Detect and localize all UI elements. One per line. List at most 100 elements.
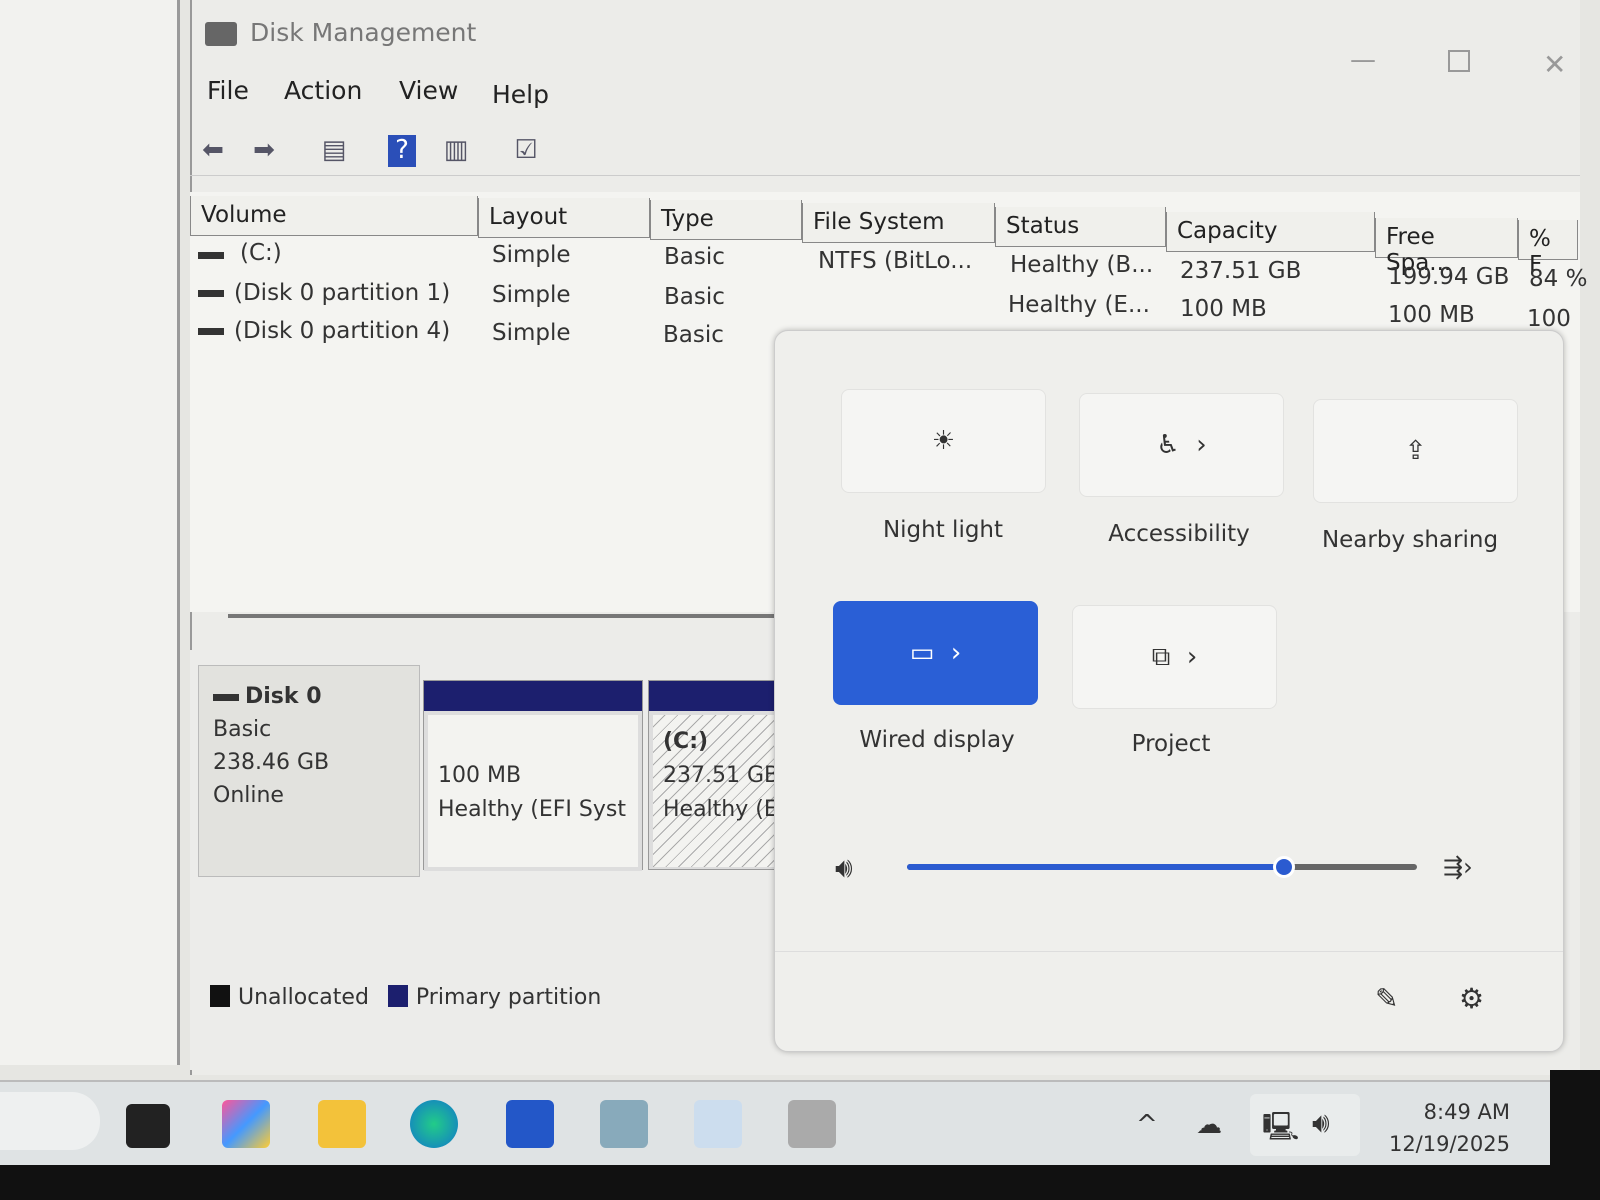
disk-management-app-icon (205, 22, 237, 46)
partition-c[interactable]: (C:) 237.51 GB Healthy (E (648, 680, 783, 870)
project-button[interactable]: ⧉ › (1072, 605, 1277, 709)
cell-type: Basic (663, 322, 724, 348)
menu-view[interactable]: View (399, 76, 458, 105)
cell-status: Healthy (E... (1008, 292, 1150, 318)
store-icon[interactable] (506, 1100, 554, 1148)
table-row[interactable]: (Disk 0 partition 4) Simple Basic (198, 318, 778, 358)
maximize-button[interactable] (1448, 50, 1470, 72)
chevron-right-icon: › (950, 638, 962, 668)
brightness-icon: ☀ (931, 426, 956, 456)
partition-status: Healthy (E (663, 797, 778, 822)
onedrive-off-icon[interactable]: ☁ (1196, 1110, 1222, 1140)
primary-swatch (387, 985, 408, 1007)
speaker-icon[interactable]: 🔊︎ (835, 851, 853, 885)
disk-type: Basic (213, 717, 272, 742)
network-volume-tray[interactable]: 🖳 🔊︎ (1250, 1094, 1360, 1156)
share-icon: ⇪ (1404, 436, 1427, 466)
clock-time: 8:49 AM (1423, 1100, 1510, 1124)
cell-layout: Simple (492, 282, 571, 308)
column-volume[interactable]: Volume (190, 196, 478, 236)
table-row[interactable]: (Disk 0 partition 1) Simple Basic Health… (198, 280, 1578, 332)
action-pane-icon[interactable]: ▥ (438, 135, 474, 167)
disk-management-taskbar-icon[interactable] (788, 1100, 836, 1148)
partition-name: (C:) (663, 729, 709, 754)
accessibility-icon: ♿ (1156, 430, 1180, 460)
volume-slider[interactable] (907, 856, 1417, 878)
flyout-footer: ✎ ⚙ (775, 951, 1563, 1051)
drive-icon (198, 290, 224, 297)
partition-size: 100 MB (438, 763, 522, 788)
drive-icon (198, 252, 224, 259)
window-title: Disk Management (250, 18, 477, 47)
search-box[interactable] (0, 1092, 100, 1150)
volume-slider-fill (907, 864, 1285, 870)
minimize-button[interactable]: — (1350, 45, 1376, 75)
cell-capacity: 100 MB (1180, 296, 1267, 322)
cell-layout: Simple (492, 320, 571, 346)
cell-percent: 100 (1527, 306, 1571, 332)
properties-icon[interactable]: ☑ (508, 135, 544, 167)
column-type[interactable]: Type (650, 200, 802, 240)
drive-icon (198, 328, 224, 335)
screen-bezel-bottom (0, 1165, 1600, 1200)
legend: Unallocated Primary partition (210, 985, 601, 1010)
accessibility-button[interactable]: ♿ › (1079, 393, 1284, 497)
menu-help[interactable]: Help (492, 80, 549, 109)
partition-status: Healthy (EFI Syst (438, 797, 626, 822)
wired-display-button[interactable]: ▭ › (833, 601, 1038, 705)
cell-volume: (Disk 0 partition 1) (234, 280, 451, 306)
column-file-system[interactable]: File System (802, 203, 995, 243)
cell-volume: (C:) (240, 240, 282, 266)
disk-name: Disk 0 (245, 684, 322, 709)
edge-icon[interactable] (410, 1100, 458, 1148)
nearby-sharing-label: Nearby sharing (1321, 527, 1499, 553)
audio-output-chevron-icon[interactable]: ⇶› (1443, 853, 1473, 881)
table-row[interactable]: (C:) Simple Basic NTFS (BitLo... Healthy… (198, 240, 1587, 292)
chevron-right-icon: › (1196, 430, 1207, 460)
column-layout[interactable]: Layout (478, 198, 650, 238)
forward-arrow-icon[interactable]: ➡ (246, 135, 282, 167)
partition-efi[interactable]: 100 MB Healthy (EFI Syst (423, 680, 643, 871)
disk-0-label[interactable]: Disk 0 Basic 238.46 GB Online (198, 665, 420, 877)
network-wired-icon: 🖳 (1262, 1110, 1300, 1143)
settings-gear-icon[interactable]: ⚙ (1459, 982, 1484, 1015)
chevron-right-icon: › (1186, 642, 1198, 672)
clock-date: 12/19/2025 (1388, 1132, 1510, 1156)
back-arrow-icon[interactable]: ⬅ (195, 135, 231, 167)
disk-state: Online (213, 783, 284, 808)
wired-display-label: Wired display (859, 727, 1015, 753)
help-icon[interactable]: ? (388, 135, 416, 167)
menu-action[interactable]: Action (284, 76, 362, 105)
cell-status: Healthy (B... (1010, 252, 1154, 278)
cell-file-system: NTFS (BitLo... (818, 248, 973, 274)
pane-splitter[interactable] (228, 614, 788, 618)
edit-pencil-icon[interactable]: ✎ (1375, 982, 1398, 1015)
menu-file[interactable]: File (207, 76, 249, 105)
console-tree-icon[interactable]: ▤ (316, 135, 352, 167)
nearby-sharing-button[interactable]: ⇪ (1313, 399, 1518, 503)
partition-size: 237.51 GB (663, 763, 780, 788)
cell-layout: Simple (492, 242, 571, 268)
partition-name (438, 725, 628, 759)
night-light-label: Night light (882, 517, 1004, 543)
file-explorer-icon[interactable] (318, 1100, 366, 1148)
disk-icon (213, 693, 239, 701)
copilot-icon[interactable] (222, 1100, 270, 1148)
computer-management-icon[interactable] (600, 1100, 648, 1148)
legend-unallocated: Unallocated (238, 985, 369, 1010)
night-light-button[interactable]: ☀ (841, 389, 1046, 493)
legend-primary: Primary partition (415, 985, 602, 1010)
performance-monitor-icon[interactable] (694, 1100, 742, 1148)
close-button[interactable]: ✕ (1543, 48, 1566, 81)
unallocated-swatch (210, 985, 230, 1007)
project-icon: ⧉ (1151, 641, 1171, 672)
disk-size: 238.46 GB (213, 750, 330, 775)
quick-settings-flyout: ☀ Night light ♿ › Accessibility ⇪ Nearby… (774, 330, 1564, 1052)
cast-icon: ▭ (909, 638, 935, 668)
chevron-up-icon[interactable]: ^ (1136, 1110, 1158, 1140)
start-icon[interactable] (126, 1104, 170, 1148)
cell-free: 100 MB (1388, 302, 1475, 328)
clock[interactable]: 8:49 AM 12/19/2025 (1375, 1096, 1510, 1160)
volume-icon: 🔊︎ (1312, 1106, 1330, 1139)
cell-type: Basic (664, 244, 725, 270)
